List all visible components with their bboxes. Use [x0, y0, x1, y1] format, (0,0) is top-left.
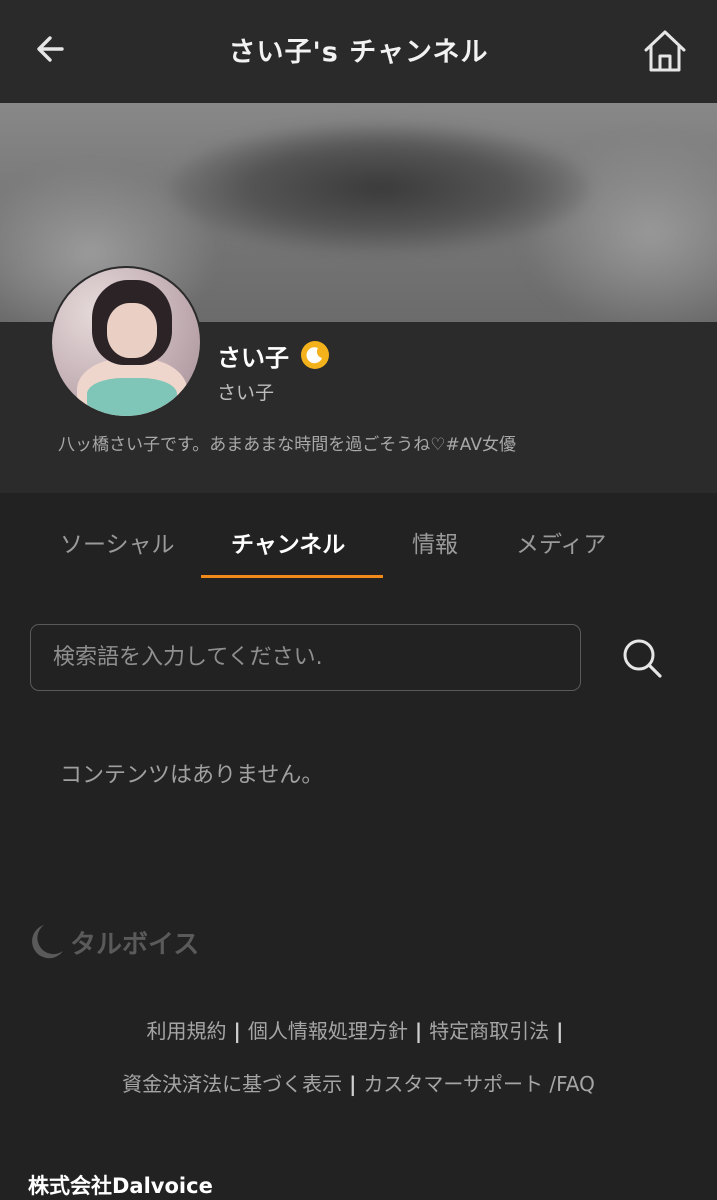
- tab-info[interactable]: 情報: [412, 525, 458, 559]
- moon-icon: [301, 341, 329, 369]
- dalvoice-logo: タルボイス: [32, 925, 199, 960]
- tab-social[interactable]: ソーシャル: [60, 525, 175, 559]
- search-input[interactable]: [30, 624, 581, 691]
- footer-link-commerce-law[interactable]: 特定商取引法: [429, 1019, 549, 1043]
- tab-bar: ソーシャル チャンネル 情報 メディア: [0, 493, 717, 583]
- profile-bio: 八ッ橋さい子です。あまあまな時間を過ごそうね♡#AV女優: [58, 435, 516, 455]
- footer-link-payment-law[interactable]: 資金決済法に基づく表示: [122, 1072, 342, 1096]
- search-icon[interactable]: [620, 636, 664, 680]
- footer-link-support-faq[interactable]: カスタマーサポート /FAQ: [363, 1072, 594, 1096]
- active-tab-indicator: [201, 575, 383, 578]
- top-bar: さい子's チャンネル: [0, 0, 717, 103]
- home-icon[interactable]: [640, 26, 690, 76]
- footer-link-privacy[interactable]: 個人情報処理方針: [248, 1019, 408, 1043]
- footer-separator: |: [349, 1072, 357, 1096]
- footer-separator: |: [414, 1019, 423, 1043]
- display-name: さい子: [217, 344, 289, 372]
- footer-links-row-1: 利用規約 | 個人情報処理方針 | 特定商取引法 |: [0, 1015, 717, 1044]
- footer-link-terms[interactable]: 利用規約: [147, 1019, 227, 1043]
- empty-state-message: コンテンツはありません。: [60, 763, 324, 788]
- logo-text: タルボイス: [70, 930, 199, 960]
- tab-channel[interactable]: チャンネル: [231, 525, 345, 559]
- footer-separator: |: [556, 1019, 564, 1043]
- page-title: さい子's チャンネル: [228, 37, 489, 68]
- footer-separator: |: [233, 1019, 241, 1043]
- company-name: 株式会社Dalvoice: [28, 1174, 213, 1198]
- sub-name: さい子: [217, 382, 275, 404]
- footer-links-row-2: 資金決済法に基づく表示 | カスタマーサポート /FAQ: [0, 1068, 717, 1097]
- avatar[interactable]: [50, 266, 202, 418]
- tab-media[interactable]: メディア: [516, 525, 606, 559]
